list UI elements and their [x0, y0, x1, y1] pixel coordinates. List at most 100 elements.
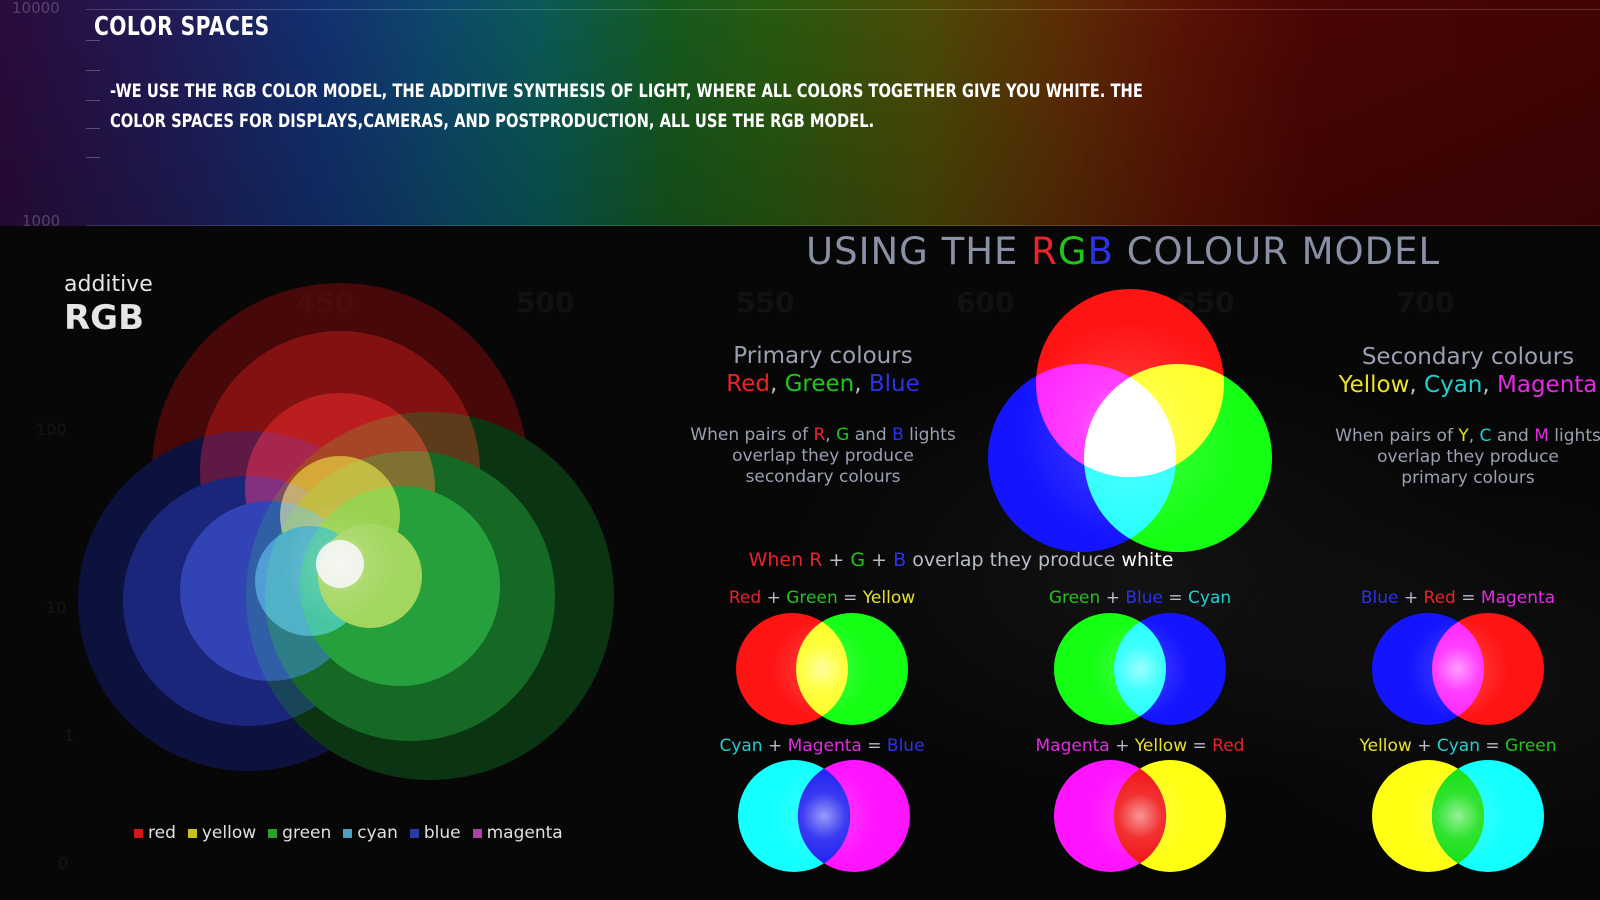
- white-overlap-caption: When R + G + B overlap they produce whit…: [748, 549, 1174, 571]
- eq-term: Cyan: [719, 736, 763, 756]
- eq-term: Blue: [1125, 588, 1163, 608]
- primary-color-list: Red, Green, Blue: [726, 371, 920, 397]
- desc-y: Y: [1458, 426, 1469, 446]
- eq-term: Green: [1048, 588, 1101, 608]
- rgb-venn-main: [988, 289, 1272, 552]
- eq-term: Cyan: [1436, 736, 1480, 756]
- legend-label: green: [282, 823, 332, 843]
- secondary-cyan: Cyan: [1424, 372, 1483, 398]
- secondary-magenta: Magenta: [1497, 372, 1598, 398]
- eq-equals: =: [1168, 588, 1183, 608]
- primary-title: Primary colours: [733, 343, 913, 369]
- axis-tick: [86, 100, 100, 101]
- caption-when: When: [748, 549, 810, 571]
- content-panel: 450 500 550 600 650 700 100 10 1 0 addit…: [0, 226, 1600, 900]
- axis-tick: [86, 70, 100, 71]
- caption-white: white: [1121, 549, 1174, 571]
- primary-blue: Blue: [868, 371, 920, 397]
- heading-text: USING THE: [806, 230, 1032, 273]
- venn-glow: [1020, 322, 1240, 542]
- desc-text: and: [1491, 426, 1535, 446]
- axis-label-bottom: 1000: [22, 212, 61, 226]
- axis-tick: [86, 128, 100, 129]
- desc-g: G: [836, 425, 850, 445]
- legend-swatch: [472, 828, 482, 838]
- pair-venn-blue-red: [1372, 613, 1544, 725]
- caption-b: B: [893, 549, 907, 571]
- caption-g: G: [850, 549, 866, 571]
- rgb-model-heading: USING THE RGB COLOUR MODEL: [806, 230, 1440, 273]
- equation-blue-red-magenta: Blue + Red = Magenta: [1328, 588, 1588, 608]
- eq-equals: =: [843, 588, 858, 608]
- secondary-description: When pairs of Y, C and M lights overlap …: [1335, 426, 1600, 488]
- legend-swatch: [187, 828, 197, 838]
- equation-cyan-magenta-blue: Cyan + Magenta = Blue: [692, 736, 952, 756]
- legend-swatch: [343, 828, 353, 838]
- eq-result: Yellow: [862, 588, 916, 608]
- heading-letter-r: R: [1031, 230, 1058, 273]
- legend-swatch: [268, 828, 278, 838]
- eq-equals: =: [867, 736, 882, 756]
- legend-item-red: red: [134, 823, 176, 843]
- axis-tick: [86, 157, 100, 158]
- legend-item-magenta: magenta: [472, 823, 563, 843]
- eq-equals: =: [1192, 736, 1207, 756]
- eq-term: Green: [786, 588, 838, 608]
- eq-term: Magenta: [787, 736, 862, 756]
- desc-text: When pairs of: [690, 425, 814, 445]
- eq-result: Green: [1505, 736, 1557, 756]
- eq-result: Red: [1212, 736, 1245, 756]
- eq-result: Blue: [886, 736, 925, 756]
- primary-red: Red: [726, 371, 770, 397]
- eq-term: Red: [1423, 588, 1456, 608]
- legend-label: red: [148, 823, 176, 843]
- eq-term: Blue: [1360, 588, 1399, 608]
- header-top-gridline: [86, 9, 1600, 10]
- eq-plus: +: [1417, 736, 1432, 756]
- desc-text: and: [849, 425, 893, 445]
- desc-line: overlap they produce: [1377, 447, 1559, 467]
- desc-line: primary colours: [1401, 468, 1535, 488]
- axis-label-top: 10000: [12, 0, 60, 17]
- desc-c: C: [1479, 426, 1492, 446]
- additive-rings-group: [78, 283, 614, 780]
- legend: red yellow green cyan blue magenta: [134, 823, 563, 843]
- primary-green: Green: [784, 371, 855, 397]
- page-title: COLOR SPACES: [94, 12, 270, 42]
- caption-rest: overlap they produce: [906, 549, 1122, 571]
- legend-item-yellow: yellow: [187, 823, 257, 843]
- legend-item-cyan: cyan: [343, 823, 398, 843]
- heading-letter-b: B: [1087, 230, 1114, 273]
- page-description: -WE USE THE RGB COLOR MODEL, THE ADDITIV…: [110, 81, 1143, 132]
- eq-result: Cyan: [1188, 588, 1232, 608]
- legend-label: yellow: [201, 823, 257, 843]
- equation-magenta-yellow-red: Magenta + Yellow = Red: [1010, 736, 1270, 756]
- secondary-color-list: Yellow, Cyan, Magenta: [1338, 372, 1598, 398]
- legend-label: magenta: [486, 823, 563, 843]
- eq-equals: =: [1485, 736, 1500, 756]
- desc-text: lights: [903, 425, 956, 445]
- eq-plus: +: [1403, 588, 1419, 608]
- legend-swatch: [134, 828, 143, 838]
- legend-label: blue: [423, 823, 461, 843]
- legend-item-green: green: [268, 823, 331, 843]
- legend-swatch: [409, 828, 419, 838]
- eq-term: Red: [728, 588, 762, 608]
- eq-term: Yellow: [1359, 736, 1412, 756]
- desc-b: B: [892, 425, 904, 445]
- desc-line: overlap they produce: [732, 446, 914, 466]
- equation-yellow-cyan-green: Yellow + Cyan = Green: [1328, 736, 1588, 756]
- desc-m: M: [1534, 426, 1549, 446]
- equation-green-blue-cyan: Green + Blue = Cyan: [1010, 588, 1270, 608]
- primary-colours-block: Primary colours Red, Green, Blue: [726, 342, 920, 398]
- eq-plus: +: [766, 588, 781, 608]
- eq-term: Magenta: [1035, 736, 1110, 756]
- header-banner: 10000 1000 COLOR SPACES -WE USE THE RGB …: [0, 0, 1600, 226]
- pair-venn-magenta-yellow: [1054, 760, 1226, 872]
- eq-plus: +: [1105, 588, 1120, 608]
- eq-term: Yellow: [1134, 736, 1188, 756]
- desc-text: When pairs of: [1335, 426, 1459, 446]
- secondary-colours-block: Secondary colours Yellow, Cyan, Magenta: [1339, 343, 1598, 399]
- eq-plus: +: [767, 736, 783, 756]
- secondary-yellow: Yellow: [1338, 372, 1410, 398]
